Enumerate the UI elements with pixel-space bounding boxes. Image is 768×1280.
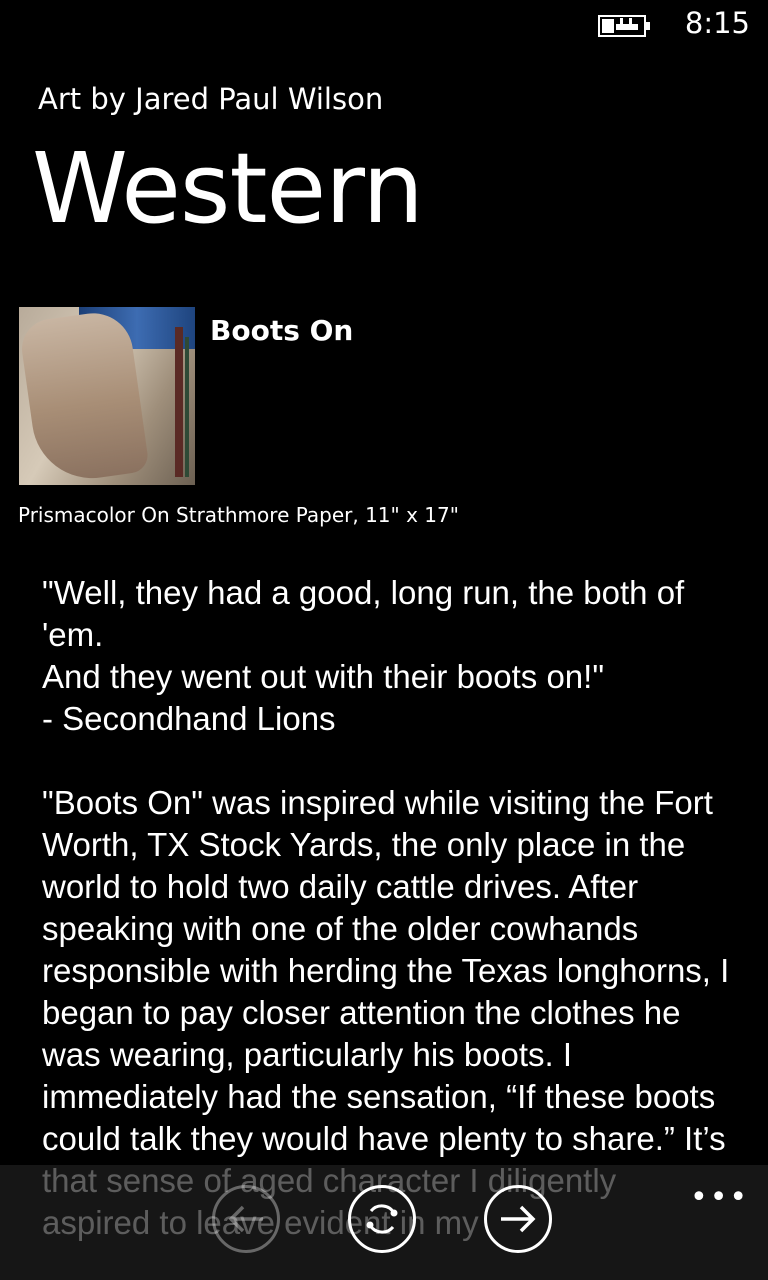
quote-attribution: - Secondhand Lions: [42, 700, 336, 737]
app-title: Art by Jared Paul Wilson: [38, 82, 384, 116]
artwork-name: Boots On: [210, 314, 354, 347]
back-arrow-icon: [228, 1205, 263, 1233]
battery-charging-icon: [598, 15, 650, 37]
artwork-thumbnail[interactable]: [19, 307, 195, 485]
app-bar: •••: [0, 1165, 768, 1280]
refresh-icon: [366, 1204, 398, 1234]
next-button[interactable]: [484, 1185, 552, 1253]
sync-button[interactable]: [348, 1185, 416, 1253]
clock: 8:15: [684, 6, 750, 40]
forward-arrow-icon: [501, 1205, 536, 1233]
artwork-medium: Prismacolor On Strathmore Paper, 11" x 1…: [18, 503, 459, 527]
back-button[interactable]: [212, 1185, 280, 1253]
quote-line: "Well, they had a good, long run, the bo…: [42, 574, 685, 653]
artwork-description: "Well, they had a good, long run, the bo…: [42, 572, 732, 1244]
quote-line: And they went out with their boots on!": [42, 658, 605, 695]
status-bar: 8:15: [0, 0, 768, 50]
more-options-button[interactable]: •••: [690, 1183, 749, 1213]
page-title: Western: [32, 132, 424, 245]
